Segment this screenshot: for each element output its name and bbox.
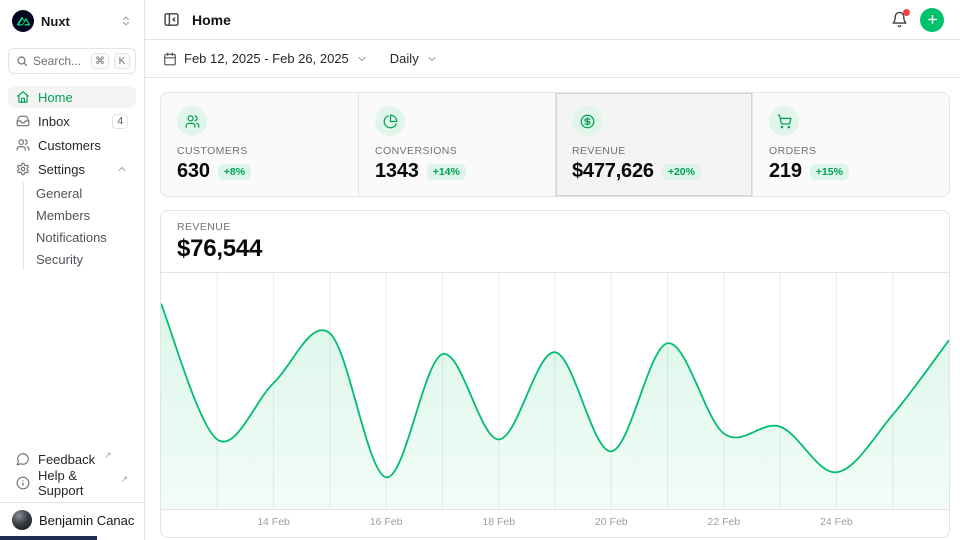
x-axis-tick-label: 24 Feb <box>820 516 853 528</box>
plus-icon <box>926 13 939 26</box>
date-range-value: Feb 12, 2025 - Feb 26, 2025 <box>184 51 349 66</box>
stat-value: $477,626 <box>572 160 654 183</box>
cart-icon <box>777 114 792 129</box>
revenue-area-chart[interactable] <box>161 272 949 510</box>
kbd-command: ⌘ <box>91 53 109 69</box>
period-select[interactable]: Daily <box>388 47 440 70</box>
panel-left-close-icon <box>163 11 180 28</box>
nuxt-logo-icon <box>12 10 34 32</box>
chart-current-value: $76,544 <box>177 235 933 263</box>
external-link-icon: ↗ <box>104 450 112 461</box>
add-button[interactable] <box>920 8 944 32</box>
sidebar-item-label: Help & Support <box>38 468 111 498</box>
inbox-icon <box>16 114 30 128</box>
x-axis-tick-label: 18 Feb <box>482 516 515 528</box>
stat-card-revenue[interactable]: REVENUE $477,626 +20% <box>555 93 752 196</box>
sidebar-item-general[interactable]: General <box>24 182 136 204</box>
home-icon <box>16 90 30 104</box>
stats-row: CUSTOMERS 630 +8% CONVERSIONS 1343 +14% … <box>160 92 950 197</box>
info-circle-icon <box>16 476 30 490</box>
screen-bottom-artifact <box>0 536 97 540</box>
sidebar-nav: Home Inbox 4 Customers Settings General … <box>8 86 136 270</box>
sidebar-item-customers[interactable]: Customers <box>8 134 136 156</box>
stat-value: 219 <box>769 160 802 183</box>
user-avatar <box>12 510 32 530</box>
circle-dollar-icon <box>580 114 595 129</box>
stat-card-customers[interactable]: CUSTOMERS 630 +8% <box>161 93 358 196</box>
sidebar-footer: Benjamin Canac <box>0 502 144 532</box>
chevron-up-icon <box>116 163 128 175</box>
stat-delta-badge: +20% <box>662 164 701 180</box>
dashboard-content: CUSTOMERS 630 +8% CONVERSIONS 1343 +14% … <box>145 78 960 540</box>
stat-delta-badge: +14% <box>427 164 466 180</box>
inbox-count-badge: 4 <box>112 114 128 129</box>
stat-label: REVENUE <box>572 145 736 157</box>
filters-toolbar: Feb 12, 2025 - Feb 26, 2025 Daily <box>145 40 960 78</box>
x-axis-tick-label: 14 Feb <box>257 516 290 528</box>
search-icon <box>16 55 28 67</box>
chart-x-axis: 14 Feb 16 Feb 18 Feb 20 Feb 22 Feb 24 Feb <box>161 510 949 537</box>
settings-submenu: General Members Notifications Security <box>23 182 136 270</box>
user-name: Benjamin Canac <box>39 513 134 528</box>
notification-dot <box>903 9 910 16</box>
stat-delta-badge: +15% <box>810 164 849 180</box>
users-icon <box>185 114 200 129</box>
chart-title: REVENUE <box>177 221 933 233</box>
stat-label: CUSTOMERS <box>177 145 342 157</box>
stat-label: CONVERSIONS <box>375 145 539 157</box>
chevron-down-icon <box>356 53 368 65</box>
chart-pie-icon <box>383 114 398 129</box>
sidebar-item-settings[interactable]: Settings <box>8 158 136 180</box>
x-axis-tick-label: 20 Feb <box>595 516 628 528</box>
search-placeholder: Search... <box>33 54 86 68</box>
sidebar-item-label: Home <box>38 90 73 105</box>
sidebar-item-label: Customers <box>38 138 101 153</box>
stat-value: 1343 <box>375 160 419 183</box>
notifications-button[interactable] <box>889 9 910 30</box>
users-icon <box>16 138 30 152</box>
stat-card-orders[interactable]: ORDERS 219 +15% <box>752 93 949 196</box>
collapse-sidebar-button[interactable] <box>161 9 182 30</box>
stat-value: 630 <box>177 160 210 183</box>
stat-label: ORDERS <box>769 145 933 157</box>
workspace-switcher[interactable]: Nuxt <box>8 8 136 34</box>
sidebar-item-notifications[interactable]: Notifications <box>24 226 136 248</box>
sidebar: Nuxt Search... ⌘ K Home Inbox 4 Customer… <box>0 0 145 540</box>
search-input[interactable]: Search... ⌘ K <box>8 48 136 74</box>
page-title: Home <box>192 12 231 28</box>
date-range-picker[interactable]: Feb 12, 2025 - Feb 26, 2025 <box>161 47 370 70</box>
main-area: Home Feb 12, 2025 - Feb 26, 2025 Daily <box>145 0 960 540</box>
chevron-up-down-icon <box>120 15 132 27</box>
stat-delta-badge: +8% <box>218 164 251 180</box>
page-header: Home <box>145 0 960 40</box>
sidebar-item-inbox[interactable]: Inbox 4 <box>8 110 136 132</box>
sidebar-item-label: Feedback <box>38 452 95 467</box>
chat-bubble-icon <box>16 452 30 466</box>
sidebar-item-feedback[interactable]: Feedback ↗ <box>8 448 136 470</box>
sidebar-item-label: Inbox <box>38 114 70 129</box>
sidebar-item-label: Settings <box>38 162 85 177</box>
x-axis-tick-label: 16 Feb <box>370 516 403 528</box>
gear-icon <box>16 162 30 176</box>
external-link-icon: ↗ <box>120 474 128 485</box>
kbd-k: K <box>114 53 130 69</box>
user-menu[interactable]: Benjamin Canac <box>12 510 132 530</box>
calendar-icon <box>163 52 177 66</box>
chevron-down-icon <box>426 53 438 65</box>
x-axis-tick-label: 22 Feb <box>707 516 740 528</box>
sidebar-item-home[interactable]: Home <box>8 86 136 108</box>
sidebar-item-security[interactable]: Security <box>24 248 136 270</box>
stat-card-conversions[interactable]: CONVERSIONS 1343 +14% <box>358 93 555 196</box>
sidebar-item-members[interactable]: Members <box>24 204 136 226</box>
sidebar-item-help-support[interactable]: Help & Support ↗ <box>8 472 136 494</box>
period-value: Daily <box>390 51 419 66</box>
workspace-name: Nuxt <box>41 14 113 29</box>
revenue-chart-card: REVENUE $76,544 14 Feb 16 Feb 18 Feb 20 Feb… <box>160 210 950 538</box>
